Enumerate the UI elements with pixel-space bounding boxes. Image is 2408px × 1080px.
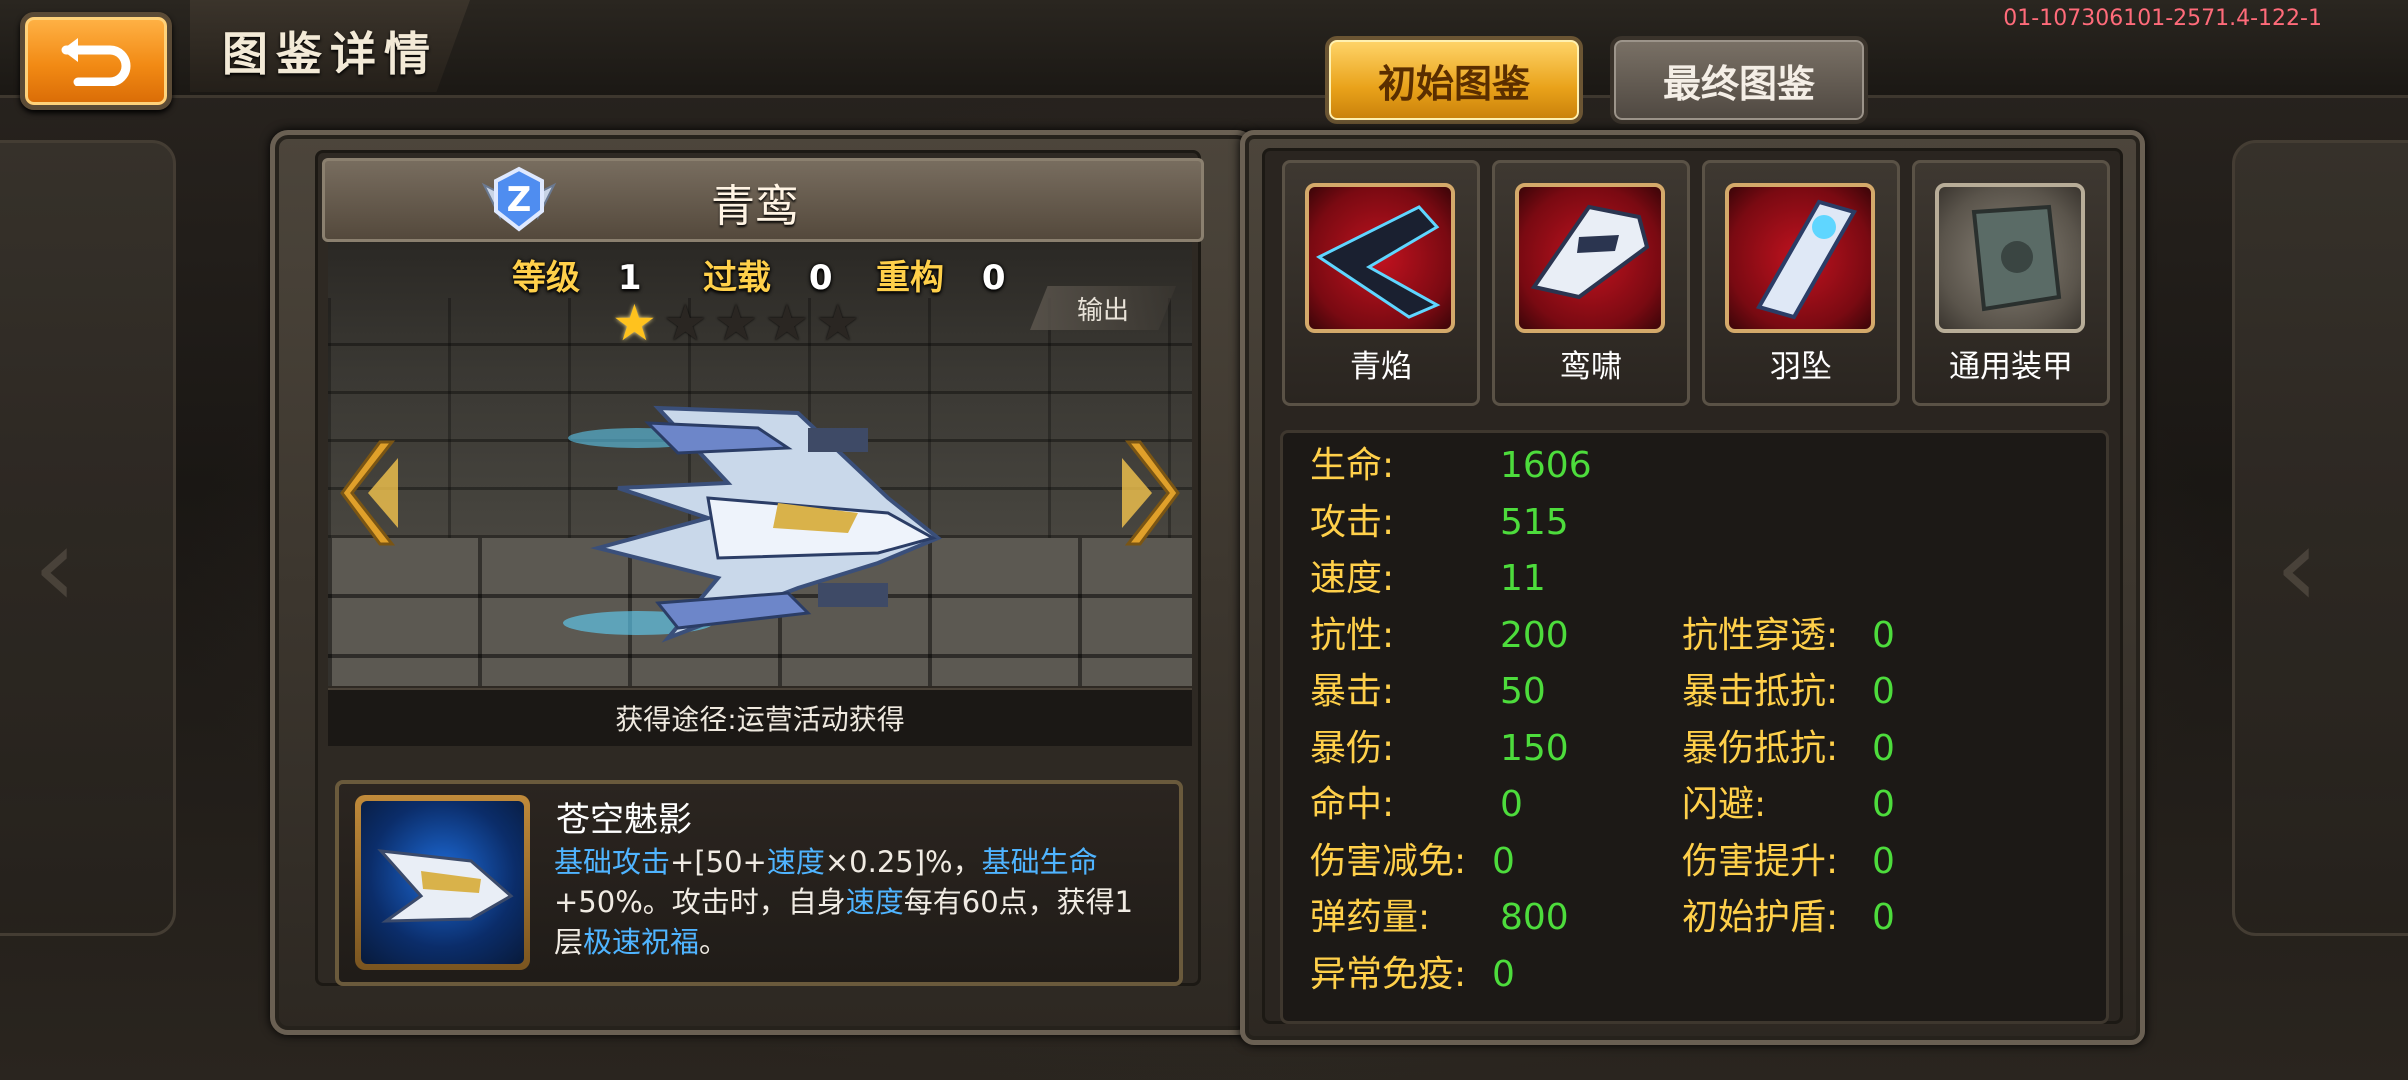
back-arrow-icon xyxy=(61,38,131,86)
attribute-label: 暴伤: xyxy=(1310,728,1395,769)
prev-ship-arrow[interactable] xyxy=(340,438,400,548)
tab-initial-codex[interactable]: 初始图鉴 xyxy=(1325,36,1583,124)
back-button[interactable] xyxy=(20,12,172,110)
attribute-value: 150 xyxy=(1500,728,1569,769)
feather-missile-icon xyxy=(1725,183,1875,333)
skill-description: 基础攻击+[50+速度×0.25]%，基础生命+50%。攻击时，自身速度每有60… xyxy=(554,842,1154,962)
skill-text: 。 xyxy=(699,925,729,959)
attribute-label: 生命: xyxy=(1310,445,1395,486)
skill-ship-icon xyxy=(361,801,524,964)
rebuild-value: 0 xyxy=(981,258,1006,298)
rebuild-stat: 重构 0 xyxy=(876,250,1006,299)
skill-keyword: 基础攻击 xyxy=(554,845,671,879)
equip-label: 通用装甲 xyxy=(1949,349,2073,385)
attribute-value: 1606 xyxy=(1500,445,1592,486)
ship-name: 青鸾 xyxy=(711,181,799,232)
equip-slot-3[interactable]: 羽坠 xyxy=(1702,160,1900,406)
skill-text: ×0.25]%， xyxy=(824,845,982,879)
attribute-label: 异常免疫: xyxy=(1310,954,1467,995)
attribute-label: 初始护盾: xyxy=(1682,897,1839,938)
ship-model-image xyxy=(563,405,942,643)
attribute-value: 0 xyxy=(1500,784,1523,825)
attribute-label: 伤害减免: xyxy=(1310,841,1467,882)
right-wall-panel: ‹ xyxy=(2232,140,2408,936)
skill-keyword: 极速祝福 xyxy=(583,925,700,959)
level-value: 1 xyxy=(617,258,642,298)
attribute-value: 11 xyxy=(1500,558,1546,599)
attribute-value: 0 xyxy=(1872,671,1895,712)
skill-name: 苍空魅影 xyxy=(556,800,692,840)
attribute-label: 速度: xyxy=(1310,558,1395,599)
attribute-value: 515 xyxy=(1500,502,1569,543)
rebuild-label: 重构 xyxy=(876,258,944,298)
wing-cannon-icon xyxy=(1515,183,1665,333)
attribute-value: 50 xyxy=(1500,671,1546,712)
star-empty-icon: ★ xyxy=(815,294,861,352)
right-wall-chevron-icon: ‹ xyxy=(2275,503,2319,631)
version-label: 01-107306101-2571.4-122-1 xyxy=(2003,6,2322,31)
star-empty-icon: ★ xyxy=(662,294,708,352)
next-ship-arrow[interactable] xyxy=(1120,438,1180,548)
equip-slot-4[interactable]: 通用装甲 xyxy=(1912,160,2110,406)
attribute-label: 闪避: xyxy=(1682,784,1767,825)
attribute-label: 暴击抵抗: xyxy=(1682,671,1839,712)
skill-icon[interactable] xyxy=(355,795,530,970)
flame-wing-icon xyxy=(1305,183,1455,333)
skill-text: +[50+ xyxy=(670,845,767,879)
attribute-value: 0 xyxy=(1872,784,1895,825)
equip-slot-1[interactable]: 青焰 xyxy=(1282,160,1480,406)
overload-label: 过载 xyxy=(703,258,771,298)
attribute-label: 攻击: xyxy=(1310,502,1395,543)
role-tag: 输出 xyxy=(1030,286,1176,330)
rank-z-badge-icon: Z xyxy=(481,166,557,232)
star-empty-icon: ★ xyxy=(764,294,810,352)
left-wall-panel: ‹ xyxy=(0,140,176,936)
equip-label: 羽坠 xyxy=(1770,349,1832,385)
acquisition-source: 获得途径:运营活动获得 xyxy=(328,688,1192,746)
attribute-label: 弹药量: xyxy=(1310,897,1431,938)
attribute-label: 暴伤抵抗: xyxy=(1682,728,1839,769)
overload-stat: 过载 0 xyxy=(703,250,833,299)
skill-keyword: 速度 xyxy=(766,845,825,879)
skill-keyword: 基础生命 xyxy=(981,845,1098,879)
attribute-label: 伤害提升: xyxy=(1682,841,1839,882)
attribute-value: 0 xyxy=(1492,954,1515,995)
level-stat: 等级 1 xyxy=(512,250,642,299)
equip-label: 鸾啸 xyxy=(1560,349,1622,385)
star-rating: ★ ★ ★ ★ ★ xyxy=(612,298,860,348)
overload-value: 0 xyxy=(808,258,833,298)
attribute-value: 0 xyxy=(1872,841,1895,882)
attribute-value: 0 xyxy=(1872,615,1895,656)
equip-label: 青焰 xyxy=(1350,349,1412,385)
skill-keyword: 速度 xyxy=(845,885,904,919)
star-filled-icon: ★ xyxy=(612,294,657,352)
attribute-value: 800 xyxy=(1500,897,1569,938)
attribute-label: 抗性穿透: xyxy=(1682,615,1839,656)
armor-plate-icon xyxy=(1935,183,2085,333)
attribute-label: 命中: xyxy=(1310,784,1395,825)
attribute-value: 0 xyxy=(1872,728,1895,769)
level-label: 等级 xyxy=(512,258,580,298)
svg-text:Z: Z xyxy=(507,180,532,220)
star-empty-icon: ★ xyxy=(713,294,759,352)
equip-slot-2[interactable]: 鸾啸 xyxy=(1492,160,1690,406)
page-title: 图鉴详情 xyxy=(222,27,438,81)
attribute-label: 抗性: xyxy=(1310,615,1395,656)
skill-text: +50%。攻击时，自身 xyxy=(554,885,846,919)
attribute-value: 200 xyxy=(1500,615,1569,656)
attribute-label: 暴击: xyxy=(1310,671,1395,712)
attribute-value: 0 xyxy=(1872,897,1895,938)
tab-final-codex[interactable]: 最终图鉴 xyxy=(1610,36,1868,124)
left-wall-chevron-icon: ‹ xyxy=(33,503,77,631)
attribute-value: 0 xyxy=(1492,841,1515,882)
